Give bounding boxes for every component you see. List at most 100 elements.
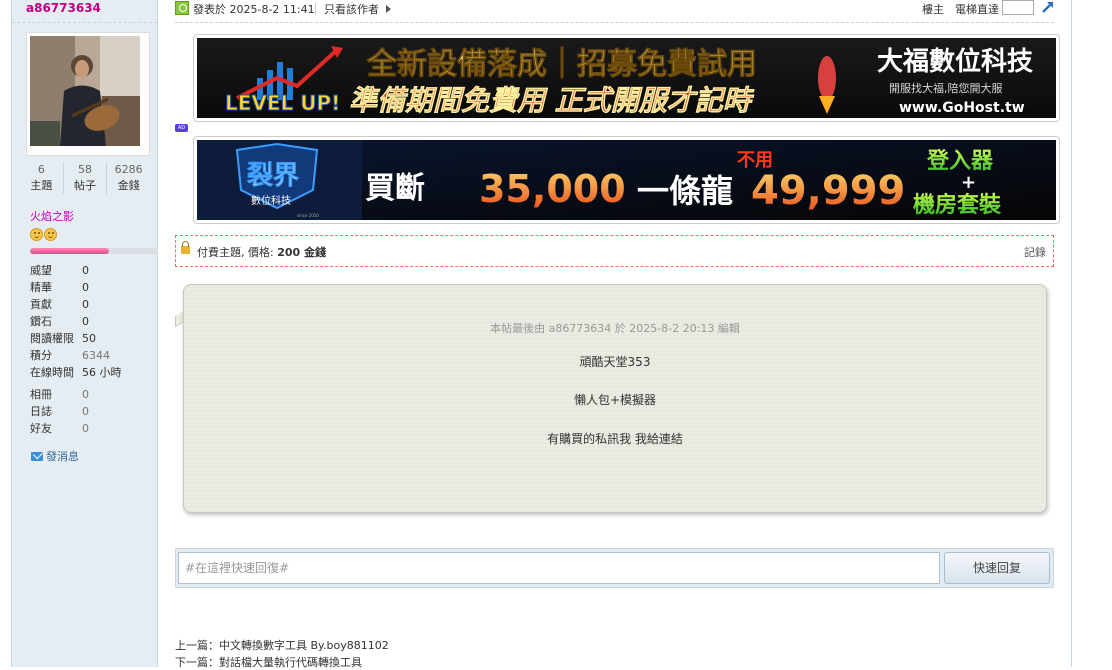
paid-topic-label: 付費主題, 價格: bbox=[197, 246, 278, 259]
ad-banner-gohost[interactable]: LEVEL UP! 全新設備落成｜招募免費試用 準備期間免費用 正式開服才記時 … bbox=[193, 34, 1060, 122]
author-sidebar: a86773634 6 主題 58 帖子 6286 金錢 火焰之影 威望 0 精… bbox=[11, 0, 158, 667]
info-value: 50 bbox=[82, 332, 96, 345]
liejie-login: 登入器 bbox=[926, 149, 994, 174]
banner-level-up: LEVEL UP! bbox=[225, 91, 340, 115]
lock-icon bbox=[181, 241, 190, 254]
info-value: 0 bbox=[82, 405, 89, 418]
author-username[interactable]: a86773634 bbox=[26, 1, 101, 15]
floor-jump-go-icon[interactable] bbox=[1041, 0, 1055, 17]
paid-records-link[interactable]: 記錄 bbox=[1024, 244, 1046, 260]
liejie-price1: 35,000 bbox=[479, 167, 626, 211]
info-label: 在線時間 bbox=[30, 366, 74, 379]
rank-smile-icon bbox=[30, 228, 43, 241]
post-line: 有購買的私訊我 我給連結 bbox=[547, 432, 683, 446]
info-value: 0 bbox=[82, 264, 89, 277]
info-label: 閱讀權限 bbox=[30, 332, 74, 345]
info-value: 0 bbox=[82, 388, 89, 401]
quick-reply-bar: #在這裡快速回復# 快速回复 bbox=[175, 548, 1054, 588]
liejie-plus: + bbox=[961, 172, 976, 193]
banner-url: www.GoHost.tw bbox=[899, 100, 1025, 116]
user-rank-icons bbox=[30, 228, 57, 241]
send-message-label: 發消息 bbox=[46, 450, 79, 463]
post-edited-note: 本帖最後由 a86773634 於 2025-8-2 20:13 編輯 bbox=[490, 322, 740, 335]
prev-thread-link[interactable]: 上一篇：中文轉換數字工具 By.boy881102 bbox=[175, 637, 389, 653]
info-label: 相冊 bbox=[30, 388, 52, 401]
info-label: 日誌 bbox=[30, 405, 52, 418]
post-line: 頑酷天堂353 bbox=[579, 355, 651, 369]
info-row: 威望 0 bbox=[30, 262, 155, 279]
info-label: 威望 bbox=[30, 264, 52, 277]
floor-jump-input[interactable] bbox=[1002, 0, 1034, 15]
avatar[interactable] bbox=[26, 32, 150, 156]
info-row[interactable]: 好友 0 bbox=[30, 420, 155, 437]
post-content: 本帖最後由 a86773634 於 2025-8-2 20:13 編輯 頑酷天堂… bbox=[183, 284, 1047, 513]
mail-icon bbox=[31, 451, 43, 461]
user-group[interactable]: 火焰之影 bbox=[30, 208, 74, 224]
post-date: 發表於 2025-8-2 11:41 bbox=[193, 3, 315, 16]
banner-brand-sub: 開服找大福,陪您開大服 bbox=[889, 81, 1003, 95]
info-row[interactable]: 日誌 0 bbox=[30, 403, 155, 420]
liejie-logo: 裂界 bbox=[247, 161, 299, 191]
level-progress-bar bbox=[30, 248, 158, 254]
arrow-right-icon bbox=[386, 5, 391, 13]
floor-jump-label: 電梯直達 bbox=[955, 3, 999, 16]
liejie-banner-art: 裂界 數位科技 since 2010 買斷 35,000 一條龍 不用 49,9… bbox=[197, 140, 1056, 220]
info-label: 貢獻 bbox=[30, 298, 52, 311]
author-info: 威望 0 精華 0 貢獻 0 鑽石 0 閱讀權限 50 積分 6344 在線時間 56 小時 … bbox=[30, 262, 155, 437]
author-stats: 6 主題 58 帖子 6286 金錢 bbox=[20, 162, 150, 194]
info-label: 積分 bbox=[30, 349, 52, 362]
ad-banner-liejie[interactable]: 裂界 數位科技 since 2010 買斷 35,000 一條龍 不用 49,9… bbox=[193, 136, 1060, 224]
paid-topic-price: 200 金錢 bbox=[277, 246, 326, 259]
stat-threads-value: 6 bbox=[37, 163, 45, 176]
gohost-banner-art: LEVEL UP! 全新設備落成｜招募免費試用 準備期間免費用 正式開服才記時 … bbox=[197, 38, 1056, 118]
stat-posts-label: 帖子 bbox=[74, 179, 96, 192]
next-thread-link[interactable]: 下一篇：對話檔大量執行代碼轉換工具 bbox=[175, 654, 362, 670]
liejie-buyout: 買斷 bbox=[365, 171, 425, 206]
stat-posts[interactable]: 58 帖子 bbox=[64, 162, 108, 194]
info-value: 56 小時 bbox=[82, 366, 122, 379]
rank-smile-icon bbox=[44, 228, 57, 241]
stat-threads[interactable]: 6 主題 bbox=[20, 162, 64, 194]
info-row: 積分 6344 bbox=[30, 347, 155, 364]
banner-brand: 大福數位科技 bbox=[877, 46, 1033, 77]
info-value: 6344 bbox=[82, 349, 110, 362]
avatar-photo bbox=[30, 36, 140, 146]
stat-money-value: 6286 bbox=[114, 163, 143, 176]
banner-headline: 全新設備落成｜招募免費試用 bbox=[366, 47, 757, 82]
floor-label: 樓主 bbox=[922, 3, 944, 16]
liejie-since: since 2010 bbox=[297, 213, 319, 218]
paid-topic-notice: 付費主題, 價格: 200 金錢 記錄 bbox=[175, 235, 1054, 267]
stat-money[interactable]: 6286 金錢 bbox=[107, 162, 150, 194]
post-line: 懶人包+模擬器 bbox=[573, 393, 657, 407]
meta-separator bbox=[315, 3, 316, 14]
info-row: 貢獻 0 bbox=[30, 296, 155, 313]
liejie-price2: 49,999 bbox=[751, 168, 905, 214]
info-label: 鑽石 bbox=[30, 315, 52, 328]
liejie-room: 機房套裝 bbox=[913, 192, 1002, 218]
info-row[interactable]: 相冊 0 bbox=[30, 386, 155, 403]
info-value: 0 bbox=[82, 422, 89, 435]
info-row: 在線時間 56 小時 bbox=[30, 364, 155, 381]
info-value: 0 bbox=[82, 298, 89, 311]
ad-tag: AD bbox=[175, 124, 188, 132]
stat-posts-value: 58 bbox=[78, 163, 92, 176]
paid-topic-text: 付費主題, 價格: 200 金錢 bbox=[197, 244, 326, 260]
send-message-link[interactable]: 發消息 bbox=[31, 448, 79, 464]
quick-reply-input[interactable]: #在這裡快速回復# bbox=[178, 552, 940, 584]
quick-reply-button[interactable]: 快速回复 bbox=[944, 552, 1050, 584]
stat-money-label: 金錢 bbox=[117, 179, 140, 192]
sidebar-divider bbox=[12, 22, 157, 23]
info-value: 0 bbox=[82, 315, 89, 328]
info-row: 精華 0 bbox=[30, 279, 155, 296]
liejie-dragon: 一條龍 bbox=[637, 172, 733, 210]
stat-threads-label: 主題 bbox=[30, 179, 53, 192]
post-meta-bar: 發表於 2025-8-2 11:41 只看該作者 樓主 電梯直達 bbox=[175, 0, 1054, 23]
author-only-link[interactable]: 只看該作者 bbox=[324, 1, 379, 17]
liejie-logo-sub: 數位科技 bbox=[251, 194, 291, 207]
banner-subline: 準備期間免費用 正式開服才記時 bbox=[349, 84, 755, 117]
content-right-border bbox=[1071, 0, 1072, 667]
info-label: 精華 bbox=[30, 281, 52, 294]
level-progress-fill bbox=[30, 248, 110, 254]
online-status-icon bbox=[175, 1, 189, 15]
info-row: 鑽石 0 bbox=[30, 313, 155, 330]
